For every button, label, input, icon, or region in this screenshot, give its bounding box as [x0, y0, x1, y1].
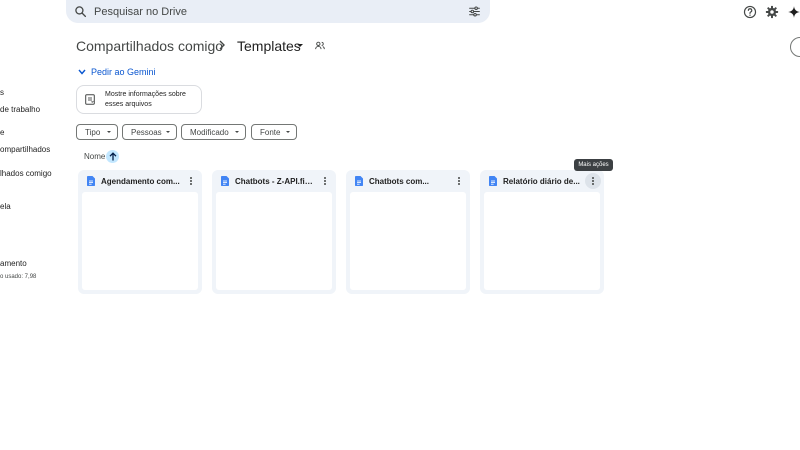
google-docs-icon: [489, 176, 497, 186]
arrow-up-icon: [109, 152, 116, 161]
dropdown-arrow-icon: [286, 131, 290, 133]
file-thumbnail[interactable]: [216, 192, 332, 290]
file-thumbnail[interactable]: [82, 192, 198, 290]
ask-gemini-toggle[interactable]: Pedir ao Gemini: [91, 67, 156, 77]
sidebar-item-partial[interactable]: s: [0, 88, 4, 97]
storage-used-text: o usado: 7,98: [0, 274, 37, 280]
more-actions-tooltip: Mais ações: [574, 159, 613, 171]
dropdown-arrow-icon: [166, 131, 170, 133]
file-card-header[interactable]: Chatbots - Z-API.fiqon: [212, 170, 336, 192]
file-card[interactable]: Agendamento com...: [78, 170, 202, 294]
sidebar-item-workspace[interactable]: de trabalho: [0, 105, 40, 114]
file-card[interactable]: Chatbots - Z-API.fiqon: [212, 170, 336, 294]
search-icon[interactable]: [74, 5, 87, 18]
more-actions-button[interactable]: [317, 173, 333, 189]
dropdown-arrow-icon: [107, 131, 111, 133]
more-actions-button[interactable]: [451, 173, 467, 189]
google-docs-icon: [355, 176, 363, 186]
filter-people-chip[interactable]: Pessoas: [122, 124, 177, 140]
filter-people-label: Pessoas: [131, 127, 162, 137]
chevron-down-icon[interactable]: [78, 69, 86, 75]
filter-source-label: Fonte: [260, 127, 281, 137]
filter-type-label: Tipo: [85, 127, 101, 137]
file-card-header[interactable]: Chatbots com...: [346, 170, 470, 192]
file-summary-icon: [85, 94, 95, 105]
breadcrumb-shared-with-me[interactable]: Compartilhados comigo: [76, 38, 223, 54]
sidebar-item-trash[interactable]: ela: [0, 202, 11, 211]
gemini-suggestion-text: Mostre informações sobre esses arquivos: [105, 91, 186, 108]
view-toggle-button[interactable]: [790, 37, 800, 57]
filter-source-chip[interactable]: Fonte: [251, 124, 297, 140]
filter-modified-chip[interactable]: Modificado: [181, 124, 246, 140]
help-icon[interactable]: [743, 5, 757, 19]
sidebar-item-shared[interactable]: ompartilhados: [0, 145, 50, 154]
file-card-header[interactable]: Relatório diário de...: [480, 170, 604, 192]
search-bar[interactable]: [66, 0, 490, 23]
filter-type-chip[interactable]: Tipo: [76, 124, 118, 140]
dropdown-arrow-icon: [235, 131, 239, 133]
sidebar-item-shared-with-me[interactable]: lhados comigo: [0, 169, 52, 178]
more-actions-button[interactable]: [585, 173, 601, 189]
sort-direction-button[interactable]: [106, 150, 119, 163]
settings-icon[interactable]: [765, 5, 779, 19]
file-name: Relatório diário de...: [503, 177, 580, 186]
chevron-down-icon[interactable]: [297, 44, 303, 47]
gemini-suggestion-card[interactable]: Mostre informações sobre esses arquivos: [76, 85, 202, 114]
file-card-header[interactable]: Agendamento com...: [78, 170, 202, 192]
more-actions-button[interactable]: [183, 173, 199, 189]
search-input[interactable]: [94, 3, 454, 20]
google-docs-icon: [221, 176, 229, 186]
chevron-right-icon: [219, 40, 225, 50]
file-thumbnail[interactable]: [350, 192, 466, 290]
file-name: Chatbots com...: [369, 177, 430, 186]
file-thumbnail[interactable]: [484, 192, 600, 290]
filter-modified-label: Modificado: [190, 127, 229, 137]
sidebar-item-partial[interactable]: e: [0, 128, 4, 137]
file-name: Agendamento com...: [101, 177, 180, 186]
gemini-icon[interactable]: [787, 5, 800, 19]
shared-people-icon: [315, 41, 325, 50]
sidebar-item-storage[interactable]: amento: [0, 259, 27, 268]
file-name: Chatbots - Z-API.fiqon: [235, 177, 315, 186]
page-title[interactable]: Templates: [237, 38, 301, 54]
google-docs-icon: [87, 176, 95, 186]
search-options-icon[interactable]: [468, 5, 481, 18]
file-card[interactable]: Chatbots com...: [346, 170, 470, 294]
sort-by-name-label[interactable]: Nome: [84, 152, 105, 161]
file-card[interactable]: Relatório diário de...: [480, 170, 604, 294]
